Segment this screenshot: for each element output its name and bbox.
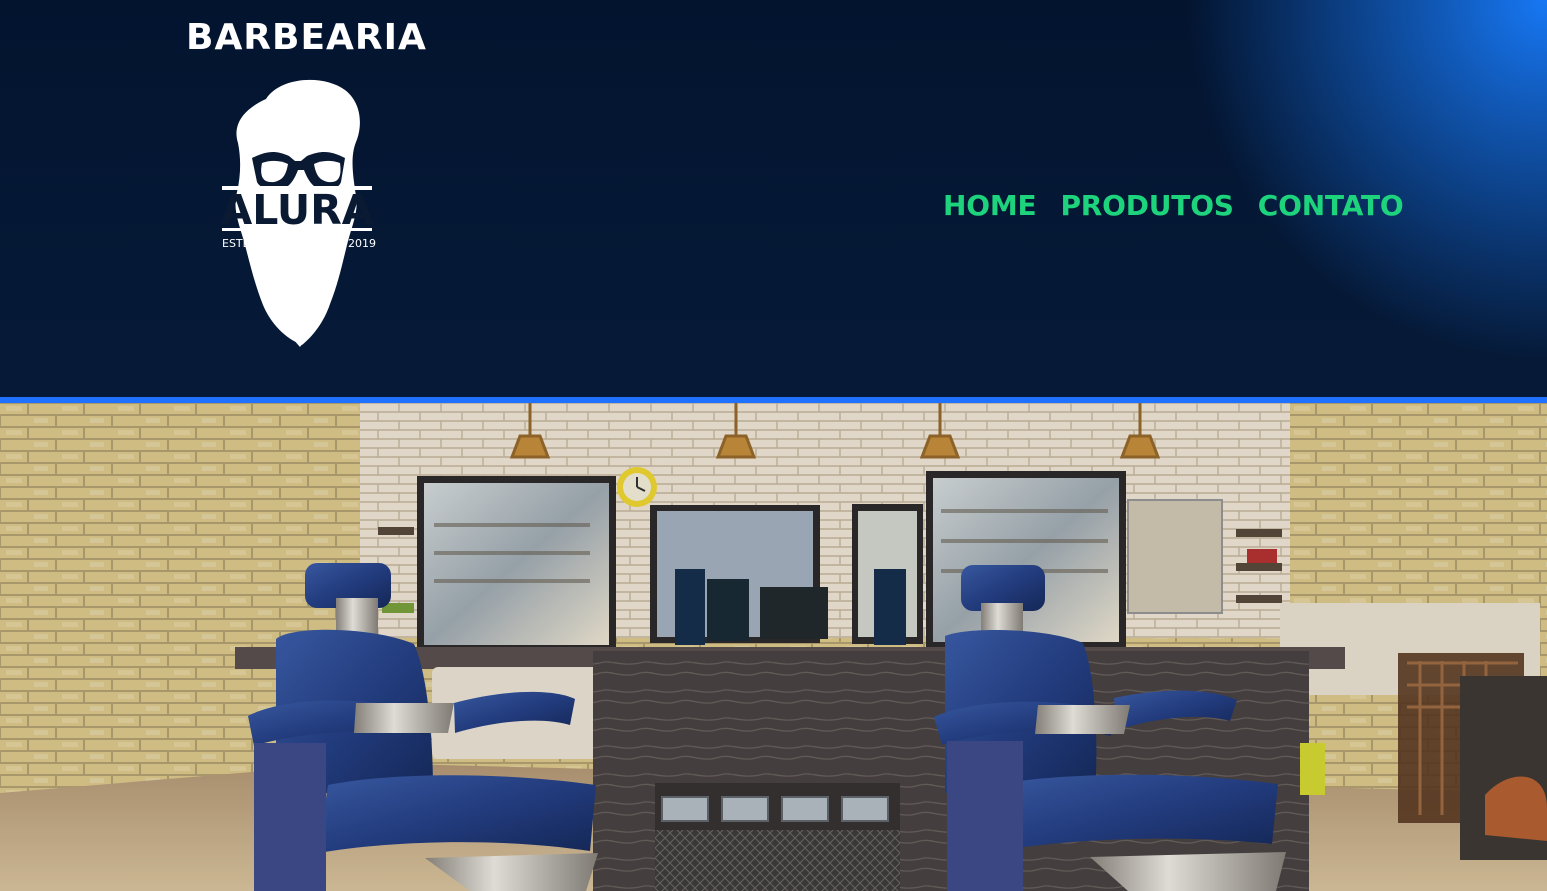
logo-right-text: 2019 [348, 237, 376, 250]
brand-name: BARBEARIA [186, 17, 427, 58]
main-navigation: HOME PRODUTOS CONTATO [943, 190, 1404, 222]
nav-home-link[interactable]: HOME [943, 190, 1037, 222]
logo-left-text: ESTD [222, 237, 251, 250]
logo-text: ALURA [221, 186, 374, 234]
site-header: BARBEARIA ALURA ESTD 2019 HOME PRODUTOS … [0, 0, 1547, 397]
nav-contato-link[interactable]: CONTATO [1258, 190, 1404, 222]
alura-logo: ALURA ESTD 2019 [212, 74, 382, 354]
nav-produtos-link[interactable]: PRODUTOS [1060, 190, 1234, 222]
barbershop-hero-image [0, 403, 1547, 891]
